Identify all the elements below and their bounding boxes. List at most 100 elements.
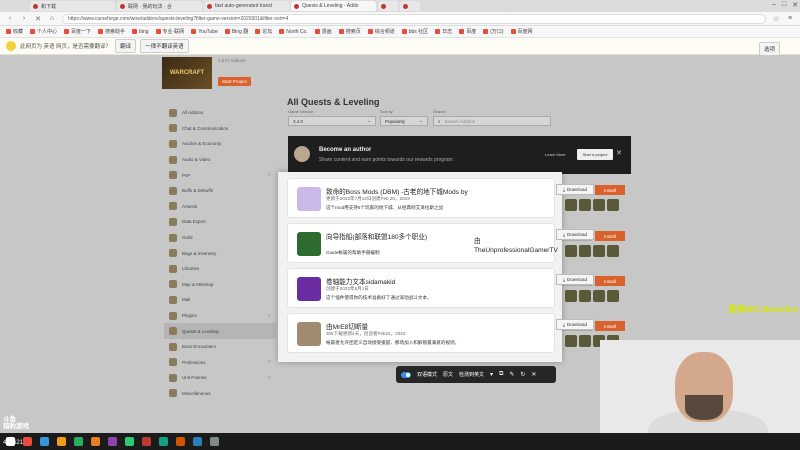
bookmark-item[interactable]: 论坛 (255, 28, 272, 35)
bookmark-item[interactable]: 百度网 (510, 28, 533, 35)
translate-button[interactable]: 翻译 (115, 39, 137, 53)
copy-icon[interactable]: ⧉ (499, 371, 503, 378)
addon-title[interactable]: 由MrE8切断量 (326, 321, 368, 331)
bookmark-item[interactable]: 专业·联网 (155, 28, 184, 35)
app-icon[interactable] (23, 437, 32, 446)
never-translate-button[interactable]: 一律不翻译英语 (140, 39, 189, 53)
sidebar-item[interactable]: Audio & Video (164, 152, 276, 168)
edit-icon[interactable]: ✎ (509, 371, 514, 378)
download-button[interactable]: ⤓ Download (556, 184, 594, 195)
app-icon[interactable] (91, 437, 100, 446)
browser-tab[interactable]: 联网 · 我的玩法 · 合 (117, 1, 202, 11)
screenshot-thumbnail[interactable] (565, 290, 577, 302)
sidebar-item[interactable]: Plugins › (164, 308, 276, 324)
app-icon[interactable] (108, 437, 117, 446)
back-icon[interactable]: ‹ (6, 15, 14, 22)
bookmark-item[interactable]: 搜索页 (338, 28, 361, 35)
screenshot-thumbnail[interactable] (593, 290, 605, 302)
download-button[interactable]: ⤓ Download (556, 274, 594, 285)
minimize-icon[interactable]: – (772, 1, 776, 9)
bookmark-item[interactable]: Bing 翻 (224, 28, 248, 35)
app-icon[interactable] (176, 437, 185, 446)
app-icon[interactable] (159, 437, 168, 446)
app-icon[interactable] (142, 437, 151, 446)
bookmark-item[interactable]: bbs 社区 (401, 28, 428, 35)
bookmark-item[interactable]: 收藏 (6, 28, 23, 35)
download-button[interactable]: ⤓ Download (556, 319, 594, 330)
screenshot-thumbnail[interactable] (607, 245, 619, 257)
screenshot-thumbnail[interactable] (579, 290, 591, 302)
app-icon[interactable] (210, 437, 219, 446)
sidebar-item[interactable]: Artwork (164, 199, 276, 215)
sidebar-item[interactable]: Professions › (164, 355, 276, 371)
screenshot-thumbnail[interactable] (565, 335, 577, 347)
url-field[interactable]: https://www.curseforge.com/wow/addons/qu… (62, 13, 766, 24)
bookmark-item[interactable]: (万口) (483, 28, 504, 35)
browser-tab[interactable] (400, 1, 420, 11)
menu-icon[interactable]: ≡ (786, 15, 794, 22)
sidebar-item[interactable]: Unit Frames › (164, 370, 276, 386)
start-project-button[interactable]: Start Project (218, 77, 251, 86)
close-icon[interactable]: ✕ (531, 371, 536, 378)
sidebar-item[interactable]: Data Export (164, 214, 276, 230)
detected-language-select[interactable]: 检测到英文 (459, 371, 484, 378)
game-logo[interactable]: WARCRAFT (162, 57, 212, 89)
sort-select[interactable]: Popularity ⌄ (380, 116, 428, 126)
translated-addon-card[interactable]: 致命的Boss Mods (DBM) -古老的地下城Mods by 更新于2022… (287, 178, 555, 218)
bookmark-item[interactable]: 个人中心 (30, 28, 57, 35)
browser-tab[interactable] (378, 1, 398, 11)
sidebar-item[interactable]: Map & Minimap (164, 277, 276, 293)
bookmark-item[interactable]: YouTube (191, 29, 218, 35)
screenshot-thumbnail[interactable] (607, 290, 619, 302)
sidebar-item[interactable]: Auction & Economy (164, 136, 276, 152)
screenshot-thumbnail[interactable] (579, 245, 591, 257)
bookmark-item[interactable]: North Co. (279, 29, 308, 35)
star-icon[interactable]: ☆ (772, 15, 780, 23)
screenshot-thumbnail[interactable] (607, 199, 619, 211)
screenshot-thumbnail[interactable] (565, 245, 577, 257)
screenshot-thumbnail[interactable] (593, 245, 605, 257)
bookmark-item[interactable]: 搜索助手 (98, 28, 125, 35)
sidebar-item[interactable]: All Addons (164, 105, 276, 121)
reload-icon[interactable]: ✕ (34, 15, 42, 23)
translated-addon-card[interactable]: 由MrE8切断量 305下载更新4天，创造者Feb22，2022 帐篇者允许团定义自… (287, 313, 555, 353)
refresh-icon[interactable]: ↻ (520, 371, 525, 378)
sidebar-item[interactable]: Quests & Leveling (164, 323, 276, 339)
sidebar-item[interactable]: Chat & Communication (164, 121, 276, 137)
addon-title[interactable]: 致命的Boss Mods (DBM) -古老的地下城Mods by (326, 186, 468, 196)
sidebar-item[interactable]: Buffs & Debuffs (164, 183, 276, 199)
sidebar-item[interactable]: Boss Encounters (164, 339, 276, 355)
sidebar-item[interactable]: PvP › (164, 167, 276, 183)
bookmark-item[interactable]: 综合频道 (367, 28, 395, 35)
browser-icon[interactable] (57, 437, 66, 446)
bilingual-mode-label[interactable]: 双语模式 (417, 371, 437, 378)
game-version-select[interactable]: 3.4.0 ⌄ (288, 116, 376, 126)
bilingual-toggle[interactable] (401, 371, 411, 378)
screenshot-thumbnail[interactable] (579, 335, 591, 347)
original-label[interactable]: 原文 (443, 371, 453, 378)
app-icon[interactable] (74, 437, 83, 446)
bookmark-item[interactable]: 百度 (459, 28, 476, 35)
screenshot-thumbnail[interactable] (579, 199, 591, 211)
sidebar-item[interactable]: Mail (164, 292, 276, 308)
bookmark-item[interactable]: bing (132, 29, 149, 35)
bookmark-item[interactable]: 日志 (435, 28, 452, 35)
addon-title[interactable]: 向导指船(部落和联盟180多个职业) (326, 231, 427, 241)
sidebar-item[interactable]: Miscellaneous (164, 386, 276, 402)
browser-tab[interactable]: 和下载 (30, 1, 115, 11)
wechat-icon[interactable] (125, 437, 134, 446)
app-icon[interactable] (40, 437, 49, 446)
screenshot-thumbnail[interactable] (593, 199, 605, 211)
install-button[interactable]: Install (595, 185, 625, 195)
home-icon[interactable]: ⌂ (48, 15, 56, 22)
browser-tab[interactable]: fast auto-generated transl (204, 1, 289, 11)
chevron-down-icon[interactable]: ▾ (490, 371, 493, 378)
download-button[interactable]: ⤓ Download (556, 229, 594, 240)
translated-addon-card[interactable]: 向导指船(部落和联盟180多个职业) Guide帐篇的帮助手册编制 由 TheUnp… (287, 223, 558, 263)
sidebar-item[interactable]: Guild (164, 230, 276, 246)
translated-addon-card[interactable]: 卷轴能力文本sidamakid 创建于2022年6月1日 这个插件使得你的技术准备好… (287, 268, 555, 308)
translate-options-button[interactable]: 选项 (758, 42, 780, 56)
forward-icon[interactable]: › (20, 15, 28, 22)
bookmark-item[interactable]: 漫画 (314, 28, 332, 35)
search-input[interactable]: ⌕ Search Addons (433, 116, 551, 126)
